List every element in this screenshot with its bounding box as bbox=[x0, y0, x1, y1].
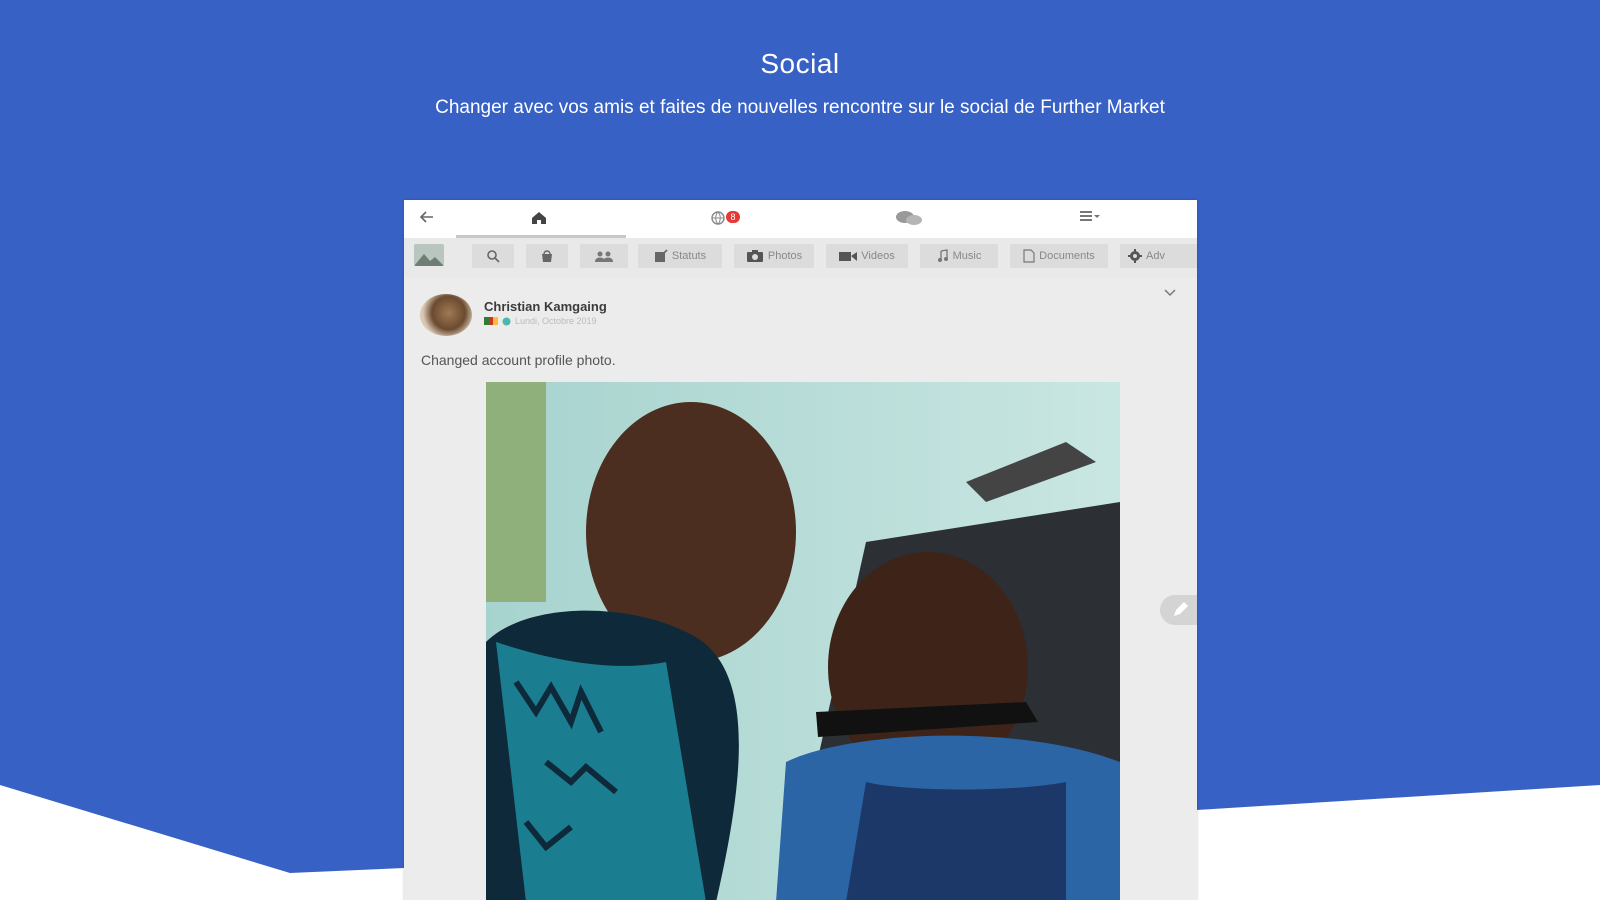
gear-icon bbox=[1128, 249, 1142, 263]
arrow-left-icon[interactable] bbox=[418, 208, 436, 231]
post-photo[interactable] bbox=[486, 382, 1120, 900]
edit-button[interactable] bbox=[1160, 595, 1197, 625]
tab-groups[interactable] bbox=[580, 244, 628, 268]
music-note-icon bbox=[937, 249, 948, 262]
groups-icon bbox=[595, 251, 613, 262]
tab-advanced[interactable]: Adv bbox=[1120, 244, 1197, 268]
app-screenshot-frame: 8 Statuts Photos Videos Music Documents … bbox=[404, 200, 1197, 900]
app-topbar: 8 bbox=[404, 200, 1197, 238]
globe-notifications-icon[interactable] bbox=[710, 209, 728, 232]
globe-privacy-icon bbox=[502, 317, 511, 325]
post-date: Lundi, Octobre 2019 bbox=[515, 316, 597, 326]
video-icon bbox=[839, 252, 858, 261]
promo-screen: Social Changer avec vos amis et faites d… bbox=[0, 0, 1600, 900]
profile-tabs-row: Statuts Photos Videos Music Documents Ad… bbox=[404, 238, 1197, 278]
page-subtitle: Changer avec vos amis et faites de nouve… bbox=[435, 97, 1165, 118]
tab-statuts[interactable]: Statuts bbox=[638, 244, 722, 268]
notification-badge: 8 bbox=[726, 211, 740, 223]
tab-search[interactable] bbox=[472, 244, 514, 268]
country-flag-icon bbox=[484, 317, 499, 325]
menu-icon[interactable] bbox=[1080, 209, 1100, 228]
edit-status-icon bbox=[654, 249, 668, 262]
page-title: Social bbox=[760, 48, 840, 79]
tab-music[interactable]: Music bbox=[920, 244, 998, 268]
avatar[interactable] bbox=[420, 294, 472, 336]
tab-photos[interactable]: Photos bbox=[734, 244, 814, 268]
post-text: Changed account profile photo. bbox=[421, 352, 616, 368]
camera-icon bbox=[746, 250, 763, 262]
post-meta: Lundi, Octobre 2019 bbox=[484, 316, 597, 326]
profile-thumbnail[interactable] bbox=[414, 244, 444, 266]
shop-icon bbox=[542, 250, 552, 262]
tab-videos[interactable]: Videos bbox=[826, 244, 908, 268]
tab-documents[interactable]: Documents bbox=[1010, 244, 1108, 268]
post-author-name[interactable]: Christian Kamgaing bbox=[484, 299, 607, 314]
chevron-down-icon[interactable] bbox=[1164, 284, 1176, 302]
chat-bubbles-icon[interactable] bbox=[894, 209, 924, 232]
home-icon[interactable] bbox=[530, 209, 548, 232]
document-icon bbox=[1023, 249, 1035, 263]
tab-shop[interactable] bbox=[526, 244, 568, 268]
pencil-icon bbox=[1174, 602, 1188, 616]
search-icon bbox=[487, 250, 500, 263]
